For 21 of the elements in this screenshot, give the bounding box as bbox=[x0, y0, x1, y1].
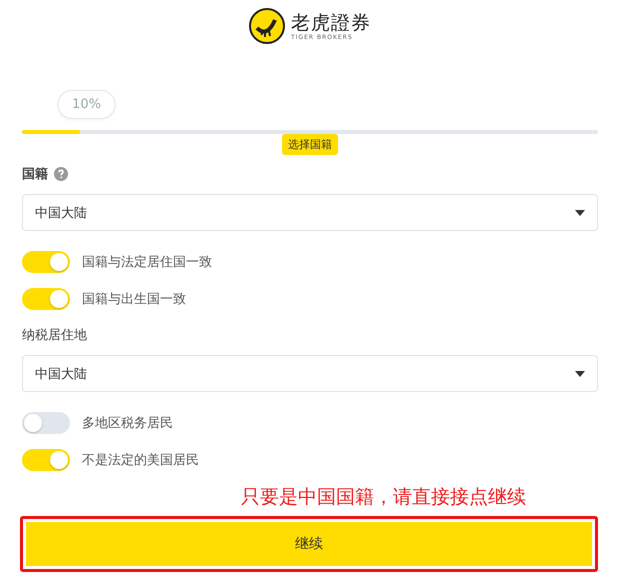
toggle-label: 国籍与法定居住国一致 bbox=[82, 254, 212, 270]
tiger-logo-icon bbox=[249, 8, 285, 44]
brand-name: 老虎證券 bbox=[291, 12, 371, 34]
field-label: 国籍 bbox=[22, 166, 48, 183]
toggle-switch[interactable] bbox=[22, 448, 70, 470]
caret-icon bbox=[575, 210, 585, 216]
caret-icon bbox=[575, 370, 585, 376]
continue-button[interactable]: 继续 bbox=[26, 522, 592, 566]
select-field[interactable]: 中国大陆 bbox=[22, 355, 598, 392]
toggle-label: 不是法定的美国居民 bbox=[82, 452, 199, 468]
progress-tooltip: 10% bbox=[57, 90, 116, 119]
select-field[interactable]: 中国大陆 bbox=[22, 194, 598, 231]
toggle-switch[interactable] bbox=[22, 288, 70, 310]
toggle-label: 国籍与出生国一致 bbox=[82, 290, 186, 308]
help-icon[interactable] bbox=[54, 167, 68, 181]
field-label: 纳税居住地 bbox=[22, 327, 87, 344]
toggle-switch[interactable] bbox=[22, 412, 70, 434]
annotation-text: 只要是中国国籍，请直接接点继续 bbox=[241, 485, 526, 510]
toggle-label: 多地区税务居民 bbox=[82, 414, 173, 432]
toggle-switch[interactable] bbox=[22, 250, 70, 272]
step-label: 选择国籍 bbox=[282, 134, 338, 155]
